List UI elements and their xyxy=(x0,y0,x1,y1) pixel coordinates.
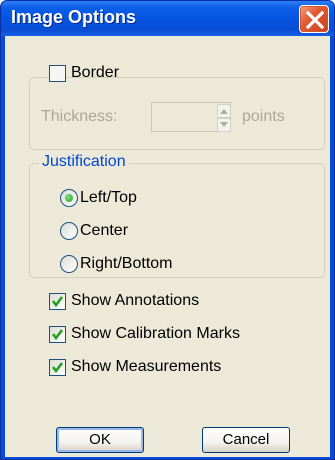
dialog-body: Border Thickness: points Justification L… xyxy=(5,36,330,457)
border-checkbox[interactable] xyxy=(49,65,66,82)
thickness-label: Thickness: xyxy=(41,108,118,125)
title-bar[interactable]: Image Options xyxy=(1,1,334,36)
arrow-up-icon xyxy=(220,109,228,114)
show-annotations-checkbox[interactable] xyxy=(49,293,66,310)
radio-selected-dot xyxy=(65,194,73,202)
show-measurements-checkbox[interactable] xyxy=(49,359,66,376)
close-button[interactable] xyxy=(299,5,329,33)
points-label: points xyxy=(242,108,285,125)
radio-center[interactable] xyxy=(60,222,78,240)
radio-right-bottom[interactable] xyxy=(60,255,78,273)
radio-left-top[interactable] xyxy=(60,189,78,207)
ok-button[interactable]: OK xyxy=(56,427,144,453)
radio-left-top-label: Left/Top xyxy=(80,189,137,206)
cancel-button[interactable]: Cancel xyxy=(202,427,290,453)
show-calibration-marks-checkbox[interactable] xyxy=(49,326,66,343)
thickness-spin-up[interactable] xyxy=(217,104,231,118)
dialog-window: Image Options Border Thickness: points J… xyxy=(0,0,335,460)
show-annotations-label: Show Annotations xyxy=(71,292,200,309)
radio-right-bottom-label: Right/Bottom xyxy=(80,255,173,272)
show-measurements-label: Show Measurements xyxy=(71,358,222,375)
check-icon xyxy=(51,329,64,341)
check-icon xyxy=(51,362,64,374)
justification-legend: Justification xyxy=(39,153,129,171)
show-calibration-marks-label: Show Calibration Marks xyxy=(71,325,240,342)
thickness-spin-down[interactable] xyxy=(217,118,231,132)
radio-center-label: Center xyxy=(80,222,129,239)
arrow-down-icon xyxy=(220,122,228,127)
dialog-title: Image Options xyxy=(11,7,137,27)
close-icon xyxy=(306,11,324,29)
border-checkbox-label: Border xyxy=(71,64,120,81)
check-icon xyxy=(51,296,64,308)
